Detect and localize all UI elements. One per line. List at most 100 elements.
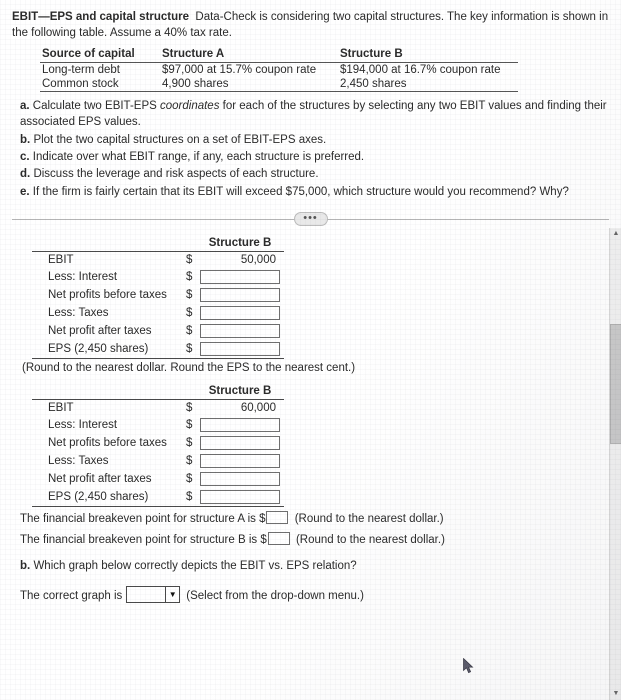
more-options-icon[interactable]: ••• — [293, 212, 328, 226]
input-box[interactable] — [200, 270, 280, 284]
label-ebit: EBIT — [48, 254, 74, 266]
chevron-down-icon[interactable]: ▼ — [165, 586, 179, 602]
label-less-interest: Less: Interest — [48, 271, 118, 283]
worksheet2-row-interest: Less: Interest $ — [32, 416, 284, 434]
worksheet1-row-eps: EPS (2,450 shares) $ — [32, 340, 284, 359]
dollar-sign: $ — [182, 488, 196, 507]
graph-select-dropdown[interactable]: ▼ — [126, 585, 181, 603]
table-row: Common stock 4,900 shares 2,450 shares — [40, 77, 518, 93]
input-box[interactable] — [200, 454, 280, 468]
value-ebit: 50,000 — [196, 252, 284, 269]
cell-structure-b: $194,000 at 16.7% coupon rate — [340, 64, 501, 77]
part-d-text: Discuss the leverage and risk aspects of… — [33, 168, 319, 181]
input-box[interactable] — [200, 324, 280, 338]
label-net-profits-before-taxes: Net profits before taxes — [48, 437, 167, 449]
breakeven-a-input[interactable] — [266, 511, 289, 524]
part-a-label: a. — [20, 100, 30, 113]
dollar-sign: $ — [186, 307, 193, 319]
mouse-cursor — [463, 657, 475, 674]
worksheet2-row-ebit: EBIT $ 60,000 — [32, 400, 284, 417]
scrollbar-thumb[interactable] — [610, 324, 621, 444]
input-net-profit-after-taxes[interactable] — [196, 322, 284, 340]
label-net-profits-before-taxes: Net profits before taxes — [48, 289, 167, 301]
label-net-profit-after-taxes: Net profit after taxes — [48, 473, 152, 485]
worksheet1-row-interest: Less: Interest $ — [32, 268, 284, 286]
worksheet2-header-blank — [32, 384, 182, 400]
dollar-sign: $ — [186, 289, 193, 301]
input-box[interactable] — [200, 306, 280, 320]
part-a-italic: coordinates — [160, 100, 220, 113]
input-box[interactable] — [200, 418, 280, 432]
input-less-interest[interactable] — [196, 416, 284, 434]
part-c-label: c. — [20, 151, 30, 164]
vertical-scrollbar[interactable]: ▲ ▼ — [609, 228, 621, 700]
input-box[interactable] — [200, 436, 280, 450]
worksheet1-header-row: Structure B — [32, 236, 284, 252]
header-structure-b: Structure B — [338, 47, 518, 64]
breakeven-a-text: The financial breakeven point for struct… — [20, 513, 266, 525]
worksheet2-row-npat: Net profit after taxes $ — [32, 470, 284, 488]
part-e-label: e. — [20, 185, 30, 198]
input-box[interactable] — [200, 490, 280, 504]
header-structure-a: Structure A — [160, 47, 338, 64]
input-eps[interactable] — [196, 488, 284, 507]
value-ebit-text: 50,000 — [240, 254, 276, 266]
breakeven-b-input[interactable] — [267, 532, 290, 546]
input-box[interactable] — [200, 472, 280, 486]
label-net-profit-after-taxes: Net profit after taxes — [48, 325, 152, 337]
value-ebit: 60,000 — [196, 400, 284, 417]
dollar-sign: $ — [186, 254, 193, 266]
graph-select-hint: (Select from the drop-down menu.) — [186, 589, 364, 602]
problem-statement: EBIT—EPS and capital structure Data-Chec… — [12, 10, 609, 41]
input-less-taxes[interactable] — [196, 304, 284, 322]
problem-title: EBIT—EPS and capital structure — [12, 11, 190, 23]
breakeven-structure-b-row: The financial breakeven point for struct… — [20, 532, 609, 549]
worksheet2-row-eps: EPS (2,450 shares) $ — [32, 488, 284, 507]
cell-structure-a: $97,000 at 15.7% coupon rate — [162, 64, 317, 77]
cell-source: Common stock — [40, 77, 160, 93]
cell-structure-a: 4,900 shares — [160, 77, 338, 93]
input-net-profits-before-taxes[interactable] — [196, 286, 284, 304]
table-row: Long-term debt $97,000 at 15.7% coupon r… — [40, 63, 518, 78]
dollar-sign: $ — [186, 271, 193, 283]
input-less-taxes[interactable] — [196, 452, 284, 470]
input-net-profits-before-taxes[interactable] — [196, 434, 284, 452]
input-box[interactable] — [200, 288, 280, 302]
table-header-row: Source of capital Structure A Structure … — [40, 47, 518, 64]
breakeven-b-hint: (Round to the nearest dollar.) — [295, 534, 445, 547]
input-less-interest[interactable] — [196, 268, 284, 286]
input-eps[interactable] — [196, 340, 284, 359]
dollar-sign: $ — [186, 402, 193, 414]
label-eps: EPS (2,450 shares) — [32, 340, 182, 359]
scroll-down-icon[interactable]: ▼ — [610, 688, 621, 700]
worksheet-page: EBIT—EPS and capital structure Data-Chec… — [0, 0, 621, 700]
worksheet-table-2: Structure B EBIT $ 60,000 Less: Interest… — [32, 384, 284, 507]
worksheet1-row-taxes: Less: Taxes $ — [32, 304, 284, 322]
dollar-sign: $ — [182, 340, 196, 359]
worksheet1-header-blank — [32, 236, 182, 252]
worksheet2-row-npbt: Net profits before taxes $ — [32, 434, 284, 452]
label-less-interest: Less: Interest — [48, 419, 118, 431]
dollar-sign: $ — [186, 437, 193, 449]
input-box[interactable] — [200, 342, 280, 356]
worksheet2-row-taxes: Less: Taxes $ — [32, 452, 284, 470]
question-b: b. Which graph below correctly depicts t… — [20, 560, 609, 572]
dollar-sign: $ — [186, 455, 193, 467]
worksheet2-header-dollar — [182, 384, 196, 400]
label-ebit: EBIT — [48, 402, 74, 414]
part-d: d. Discuss the leverage and risk aspects… — [20, 166, 609, 182]
part-a-text-before: Calculate two EBIT-EPS — [32, 100, 160, 113]
worksheet1-row-ebit: EBIT $ 50,000 — [32, 252, 284, 269]
problem-parts-list: a. Calculate two EBIT-EPS coordinates fo… — [20, 98, 609, 200]
worksheet2-column-header: Structure B — [196, 384, 284, 400]
part-b-label: b. — [20, 133, 31, 146]
part-a: a. Calculate two EBIT-EPS coordinates fo… — [20, 98, 609, 131]
dollar-sign: $ — [186, 419, 193, 431]
worksheet1-row-npbt: Net profits before taxes $ — [32, 286, 284, 304]
worksheet1-header-dollar — [182, 236, 196, 252]
scroll-up-icon[interactable]: ▲ — [610, 228, 621, 240]
input-net-profit-after-taxes[interactable] — [196, 470, 284, 488]
breakeven-structure-a-row: The financial breakeven point for struct… — [20, 511, 609, 528]
worksheet1-row-npat: Net profit after taxes $ — [32, 322, 284, 340]
graph-select-row: The correct graph is ▼ (Select from the dr… — [20, 585, 609, 603]
